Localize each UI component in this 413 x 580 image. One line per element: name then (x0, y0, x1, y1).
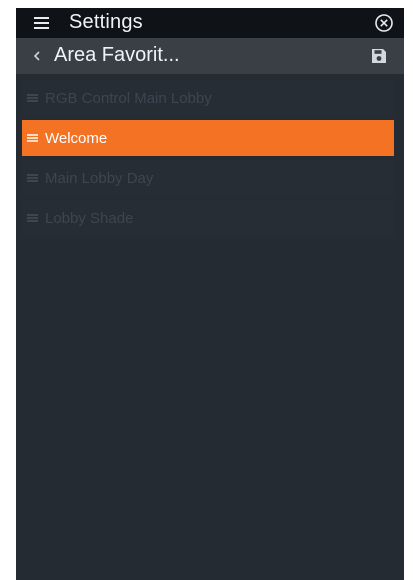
drag-handle-icon[interactable] (27, 134, 39, 142)
drag-handle-icon[interactable] (27, 174, 39, 182)
favorite-item-label: Lobby Shade (45, 209, 134, 227)
top-bar: Settings (16, 8, 404, 38)
app-frame: Settings Area Favorit... RGB Control Mai… (16, 8, 404, 580)
drag-handle-icon[interactable] (27, 214, 39, 222)
favorite-item-lobby-shade[interactable]: Lobby Shade (22, 200, 394, 236)
save-icon[interactable] (370, 47, 388, 65)
drag-handle-icon[interactable] (27, 94, 39, 102)
favorite-item-main-lobby-day[interactable]: Main Lobby Day (22, 160, 394, 196)
favorite-item-rgb-control-main-lobby[interactable]: RGB Control Main Lobby (22, 80, 394, 116)
chevron-left-icon[interactable] (30, 46, 44, 66)
favorite-item-welcome[interactable]: Welcome (22, 120, 394, 156)
sub-header: Area Favorit... (16, 38, 404, 74)
favorite-item-label: Welcome (45, 129, 108, 147)
favorite-item-label: RGB Control Main Lobby (45, 89, 212, 107)
page-title: Settings (69, 11, 143, 33)
sub-header-title: Area Favorit... (54, 44, 180, 66)
menu-icon[interactable] (34, 17, 49, 29)
close-icon[interactable] (374, 13, 394, 33)
favorite-item-label: Main Lobby Day (45, 169, 154, 187)
